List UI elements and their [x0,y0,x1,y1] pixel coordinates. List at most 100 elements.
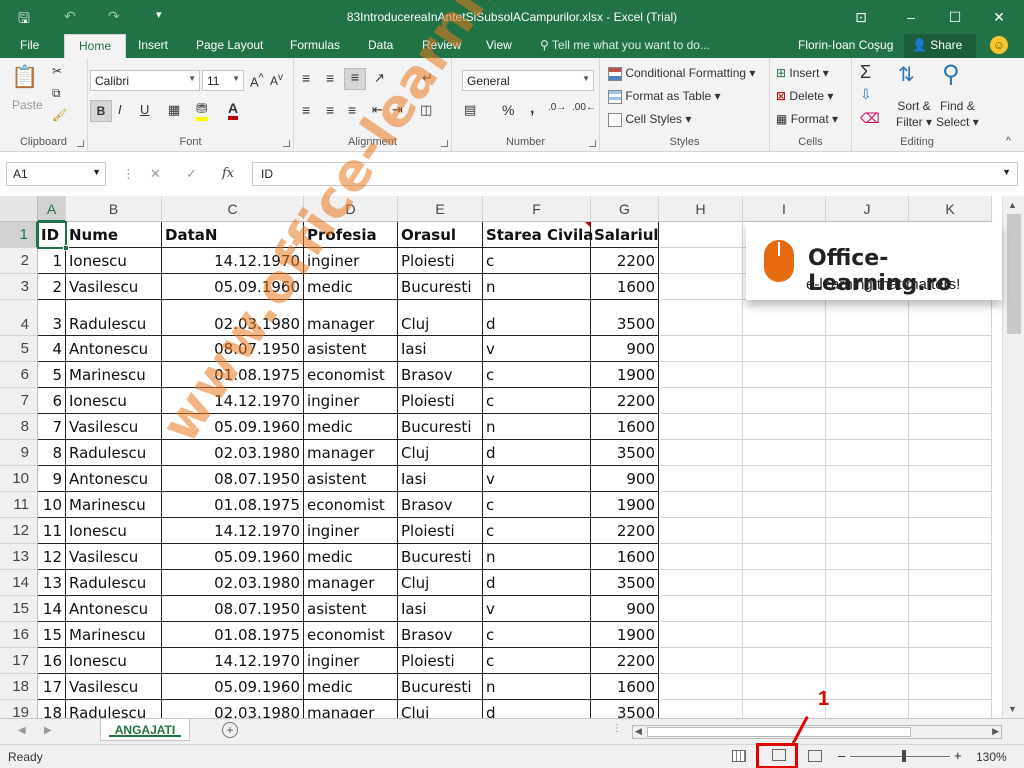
horizontal-scrollbar[interactable]: ◀ ▶ [632,725,1002,739]
table-cell[interactable]: 18 [38,700,66,718]
table-cell[interactable]: Iasi [398,336,483,362]
table-cell[interactable] [659,274,743,300]
table-cell[interactable]: 15 [38,622,66,648]
tab-view[interactable]: View [486,38,512,52]
table-cell[interactable]: 3500 [591,440,659,466]
table-cell[interactable] [909,570,992,596]
select-all-corner[interactable] [0,196,38,222]
table-cell[interactable] [909,700,992,718]
table-cell[interactable]: n [483,274,591,300]
paste-icon[interactable]: 📋 [10,64,40,90]
table-cell[interactable]: 13 [38,570,66,596]
table-cell[interactable] [743,622,826,648]
next-sheet-icon[interactable]: ▶ [44,725,52,736]
table-cell[interactable]: Antonescu [66,596,162,622]
align-right-icon[interactable]: ≡ [348,102,356,118]
table-cell[interactable]: 4 [38,336,66,362]
table-cell[interactable] [909,336,992,362]
table-cell[interactable] [826,414,909,440]
table-cell[interactable] [909,648,992,674]
table-cell[interactable] [743,648,826,674]
table-cell[interactable] [659,388,743,414]
zoom-in-icon[interactable]: + [954,748,962,763]
table-cell[interactable] [826,700,909,718]
tab-splitter-icon[interactable]: ⋮ [612,723,622,734]
vertical-scroll-thumb[interactable] [1007,214,1021,334]
table-cell[interactable]: 16 [38,648,66,674]
table-cell[interactable]: 1 [38,248,66,274]
table-cell[interactable]: inginer [304,388,398,414]
table-cell[interactable] [743,674,826,700]
table-cell[interactable]: 14 [38,596,66,622]
row-header[interactable]: 8 [0,414,38,440]
table-header-cell[interactable]: Nume [66,222,162,248]
table-cell[interactable]: d [483,570,591,596]
previous-sheet-icon[interactable]: ◀ [18,725,26,736]
cell-styles-button[interactable]: Cell Styles ▾ [608,112,691,127]
table-cell[interactable] [659,492,743,518]
table-cell[interactable]: 05.09.1960 [162,274,304,300]
fill-icon[interactable]: ⇩ [860,86,872,103]
table-cell[interactable] [909,674,992,700]
table-cell[interactable]: Iasi [398,596,483,622]
italic-button[interactable]: I [118,102,122,117]
sort-filter-icon[interactable]: ⇅ [898,62,915,87]
row-header[interactable]: 2 [0,248,38,274]
table-cell[interactable] [659,648,743,674]
table-header-cell[interactable]: Salariul [591,222,659,248]
table-cell[interactable] [826,336,909,362]
align-left-icon[interactable]: ≡ [302,102,310,118]
table-cell[interactable] [659,248,743,274]
table-cell[interactable] [826,544,909,570]
tab-home[interactable]: Home [64,34,127,59]
table-cell[interactable]: 02.03.1980 [162,300,304,336]
feedback-smiley-icon[interactable]: ☺ [990,36,1008,54]
table-cell[interactable] [659,570,743,596]
number-launcher-icon[interactable] [589,140,596,147]
table-cell[interactable]: Marinescu [66,492,162,518]
table-cell[interactable]: medic [304,544,398,570]
grow-font-icon[interactable]: A^ [250,72,264,89]
column-header-h[interactable]: H [659,196,743,222]
table-cell[interactable]: 11 [38,518,66,544]
table-cell[interactable] [826,674,909,700]
table-cell[interactable]: Bucuresti [398,274,483,300]
table-cell[interactable]: manager [304,700,398,718]
table-cell[interactable]: 02.03.1980 [162,440,304,466]
name-box[interactable]: A1 ▼ [6,162,106,186]
table-cell[interactable]: 5 [38,362,66,388]
table-cell[interactable]: Ploiesti [398,648,483,674]
row-header[interactable]: 17 [0,648,38,674]
table-cell[interactable]: 01.08.1975 [162,622,304,648]
table-cell[interactable]: 6 [38,388,66,414]
table-cell[interactable] [909,300,992,336]
column-header-i[interactable]: I [743,196,826,222]
table-cell[interactable]: Ionescu [66,248,162,274]
format-cells-button[interactable]: ▦ Format ▾ [776,112,838,126]
table-cell[interactable]: 08.07.1950 [162,466,304,492]
clipboard-launcher-icon[interactable] [77,140,84,147]
table-cell[interactable] [659,674,743,700]
sheet-tab-angajati[interactable]: ANGAJATI [100,719,190,741]
format-as-table-button[interactable]: Format as Table ▾ [608,89,721,104]
enter-icon[interactable]: ✓ [186,166,197,182]
close-button[interactable]: ✕ [984,5,1014,29]
table-cell[interactable]: Radulescu [66,300,162,336]
column-header-d[interactable]: D [304,196,398,222]
table-cell[interactable] [826,440,909,466]
table-cell[interactable]: 3500 [591,570,659,596]
orientation-icon[interactable]: ↗ [374,70,385,86]
table-cell[interactable]: 1600 [591,414,659,440]
table-cell[interactable]: 05.09.1960 [162,544,304,570]
table-cell[interactable]: Bucuresti [398,414,483,440]
share-button[interactable]: 👤 Share [904,34,976,58]
column-header-a[interactable]: A [38,196,66,222]
decrease-decimal-icon[interactable]: .00← [572,102,596,113]
accounting-format-icon[interactable]: ▤ [464,102,476,118]
table-cell[interactable]: c [483,622,591,648]
table-cell[interactable]: 900 [591,466,659,492]
table-cell[interactable]: 2200 [591,248,659,274]
table-cell[interactable]: asistent [304,466,398,492]
table-cell[interactable]: 8 [38,440,66,466]
column-header-k[interactable]: K [909,196,992,222]
